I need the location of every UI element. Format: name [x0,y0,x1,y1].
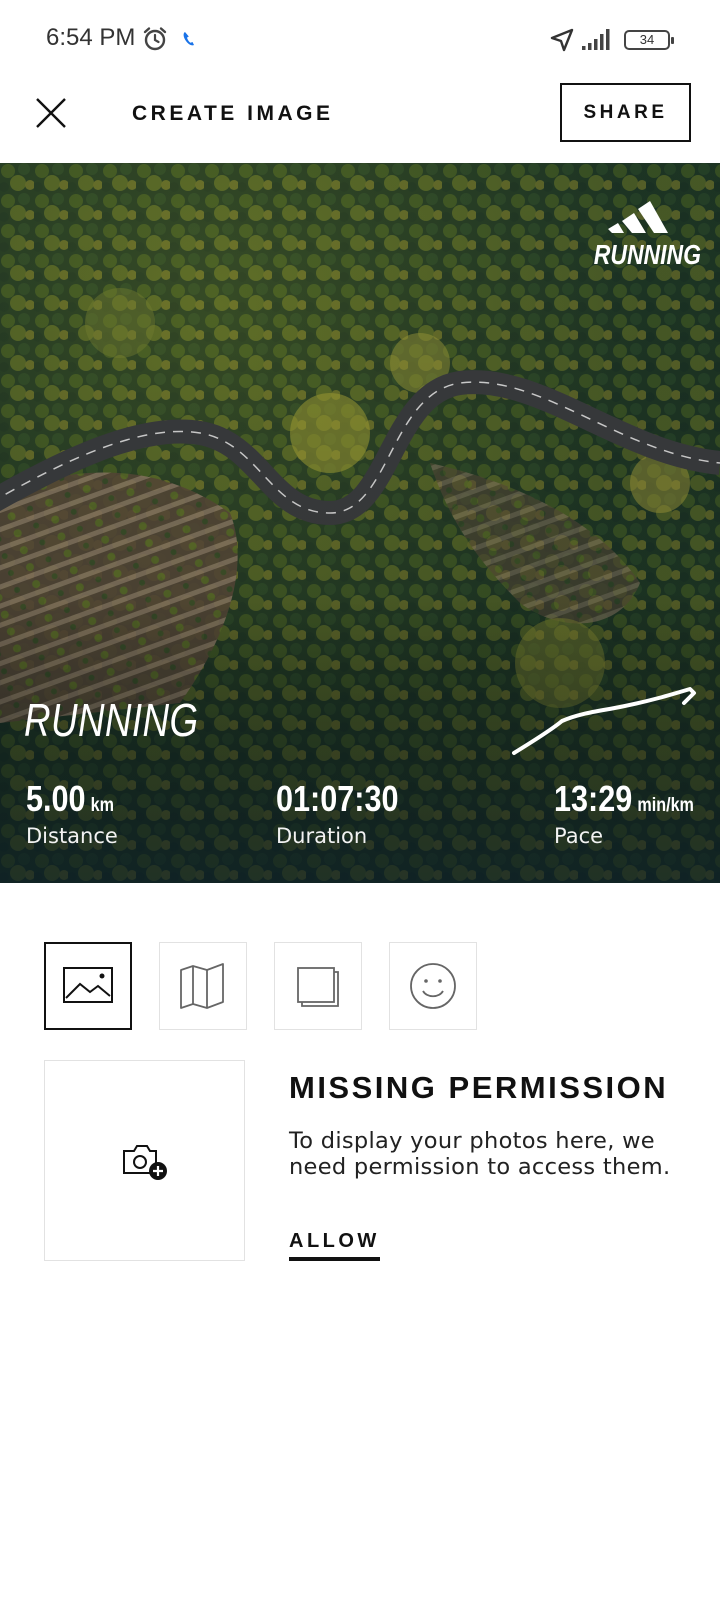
battery-icon: 34 [624,30,674,50]
close-icon[interactable] [32,94,70,132]
header: CREATE IMAGE SHARE [0,80,720,162]
tab-image[interactable] [44,942,132,1030]
brand-badge: RUNNING [574,193,701,271]
pace-unit: min/km [637,795,694,816]
map-icon [180,963,224,1009]
distance-label: Distance [26,824,118,848]
tab-map[interactable] [159,942,247,1030]
status-time: 6:54 PM [46,24,136,51]
duration-label: Duration [276,824,368,848]
activity-preview-image: RUNNING RUNNING 5.00 km Distance 01:07:30… [0,163,720,883]
brand-label: RUNNING [593,239,701,270]
distance-value: 5.00 [26,778,86,819]
status-bar: 6:54 PM 34 [0,0,720,80]
add-photo-icon [122,1144,167,1180]
distance-unit: km [90,795,115,816]
layers-icon [297,967,339,1007]
stat-pace: 13:29 min/km Pace [554,778,719,848]
battery-level: 34 [639,32,655,47]
alarm-icon [143,27,167,51]
page-title: CREATE IMAGE [132,102,334,125]
share-button[interactable]: SHARE [560,83,691,142]
create-image-screen: 6:54 PM 34 CREATE IMAGE SHARE RUNNING RU… [0,0,720,1600]
allow-button[interactable]: ALLOW [289,1230,380,1261]
pace-value: 13:29 [554,778,633,819]
image-icon [63,967,113,1003]
permission-message: To display your photos here, we need per… [289,1128,671,1180]
stat-distance: 5.00 km Distance [26,778,130,848]
permission-title: MISSING PERMISSION [289,1070,669,1105]
route-trace-icon [512,687,696,755]
duration-value: 01:07:30 [276,778,399,819]
activity-title: RUNNING [24,694,199,746]
tab-stickers[interactable] [389,942,477,1030]
signal-icon [582,29,610,50]
stat-duration: 01:07:30 Duration [276,778,420,848]
add-photo-box[interactable] [44,1060,245,1261]
navigation-icon [550,28,574,52]
call-icon [183,32,194,46]
pace-label: Pace [554,824,604,848]
tab-layers[interactable] [274,942,362,1030]
adidas-logo-icon [608,201,668,233]
aerial-forest-road-background [0,163,720,883]
smiley-icon [410,963,456,1009]
